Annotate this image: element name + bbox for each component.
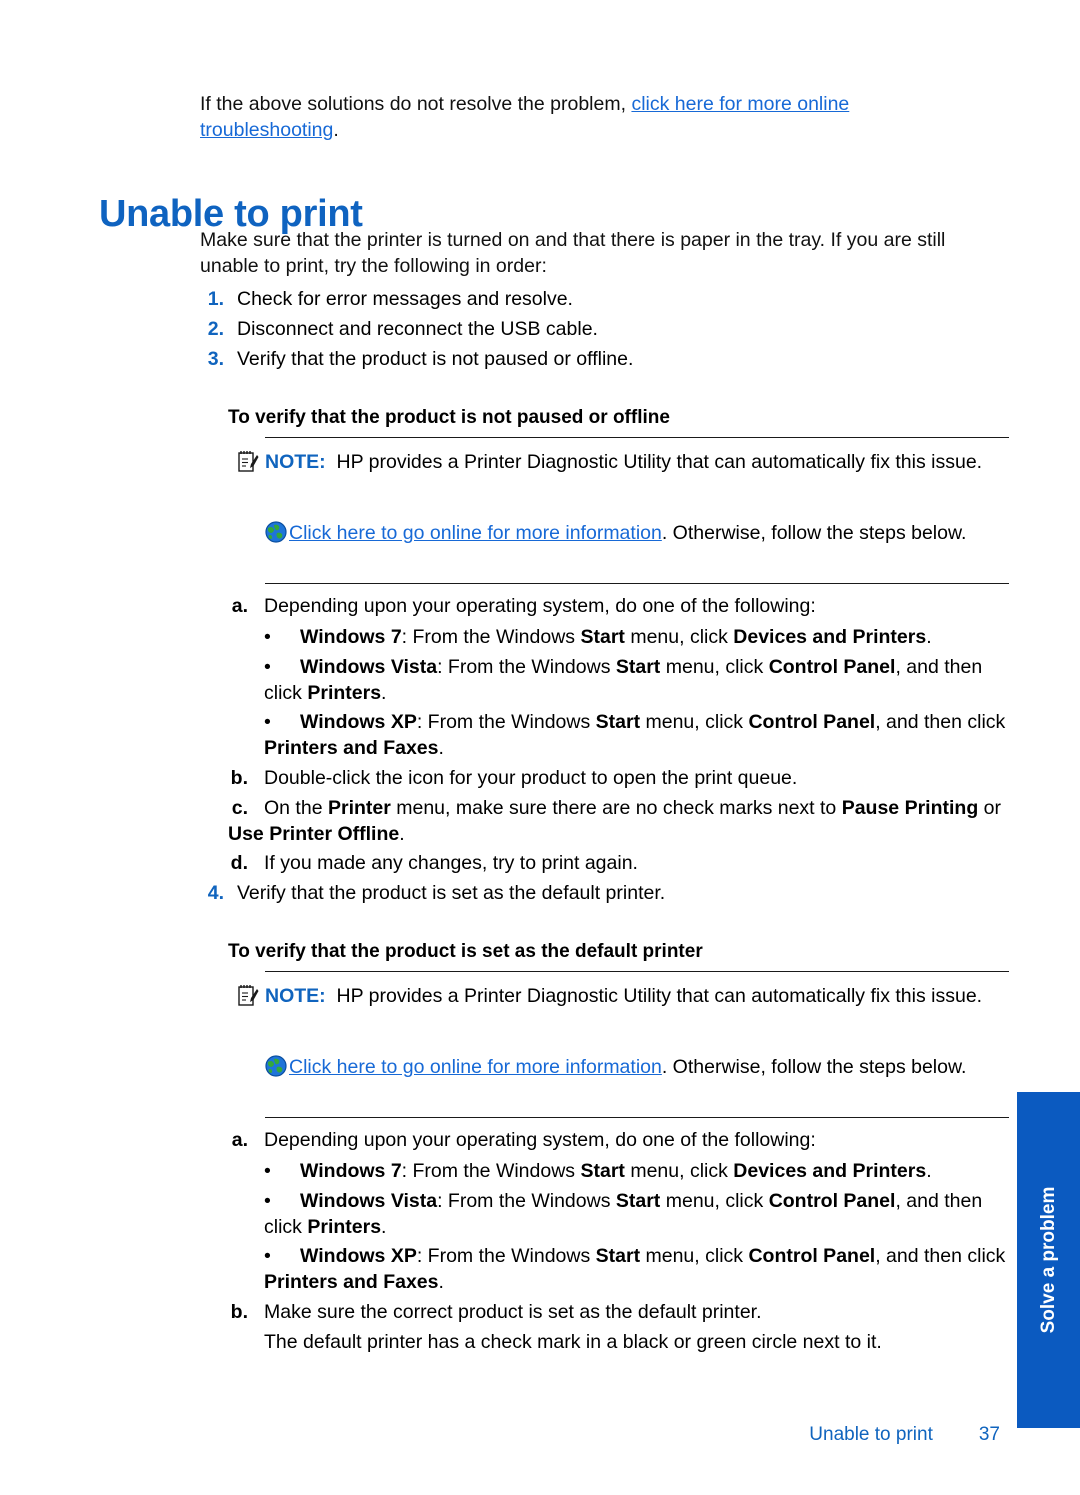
- step-text: Verify that the product is set as the de…: [237, 882, 666, 904]
- section1-note: NOTE: HP provides a Printer Diagnostic U…: [265, 450, 1009, 476]
- go-online-link[interactable]: Click here to go online for more informa…: [289, 522, 662, 544]
- globe-icon: [265, 1055, 287, 1077]
- note-pencil-icon: [237, 984, 259, 1008]
- side-tab-solve-a-problem: Solve a problem: [1017, 1092, 1080, 1428]
- document-page: If the above solutions do not resolve th…: [0, 0, 1080, 1495]
- online-text-after: . Otherwise, follow the steps below.: [661, 1056, 967, 1078]
- note-pencil-icon: [237, 450, 259, 474]
- bullet-text: Windows Vista: From the Windows Start me…: [264, 1190, 983, 1238]
- numbered-step-1: 1. Check for error messages and resolve.: [198, 287, 1008, 313]
- bullet-text: Windows XP: From the Windows Start menu,…: [264, 1245, 1006, 1293]
- note-text: HP provides a Printer Diagnostic Utility…: [336, 451, 983, 473]
- section2-bullet-windowsvista: • Windows Vista: From the Windows Start …: [264, 1189, 1010, 1240]
- section2-online-note: Click here to go online for more informa…: [265, 1055, 1009, 1081]
- section1-note-rule-bottom: [265, 583, 1009, 584]
- bullet-marker: •: [264, 656, 271, 678]
- step-text: Depending upon your operating system, do…: [264, 595, 816, 617]
- section2-step-b: b. Make sure the correct product is set …: [228, 1300, 1008, 1326]
- step-text: Verify that the product is not paused or…: [237, 348, 634, 370]
- step-marker: 4.: [207, 882, 224, 904]
- footer-page-number: 37: [978, 1424, 1000, 1445]
- intro-paragraph: If the above solutions do not resolve th…: [200, 92, 900, 143]
- step-marker: b.: [230, 1301, 248, 1323]
- note-text: HP provides a Printer Diagnostic Utility…: [336, 985, 983, 1007]
- section1-bullet-windowsxp: • Windows XP: From the Windows Start men…: [264, 710, 1010, 761]
- bullet-text: Windows XP: From the Windows Start menu,…: [264, 711, 1006, 759]
- section1-bullet-windowsvista: • Windows Vista: From the Windows Start …: [264, 655, 1010, 706]
- step-text: Make sure the correct product is set as …: [264, 1301, 762, 1323]
- section2-title: To verify that the product is set as the…: [228, 941, 703, 962]
- footer-title: Unable to print: [809, 1424, 933, 1445]
- globe-icon: [265, 521, 287, 543]
- section2-bullet-windowsxp: • Windows XP: From the Windows Start men…: [264, 1244, 1010, 1295]
- section2-note-rule-bottom: [265, 1117, 1009, 1118]
- step-marker: 2.: [207, 318, 224, 340]
- intro-text-before: If the above solutions do not resolve th…: [200, 93, 632, 115]
- go-online-link[interactable]: Click here to go online for more informa…: [289, 1056, 662, 1078]
- numbered-step-3: 3. Verify that the product is not paused…: [198, 347, 1008, 373]
- step-marker: a.: [231, 1129, 248, 1151]
- step-text: If you made any changes, try to print ag…: [264, 852, 638, 874]
- section2-bullet-windows7: • Windows 7: From the Windows Start menu…: [264, 1159, 1010, 1185]
- bullet-text: Windows 7: From the Windows Start menu, …: [300, 1160, 932, 1182]
- section2-note-rule-top: [265, 971, 1009, 972]
- section1-note-rule-top: [265, 437, 1009, 438]
- step-marker: d.: [230, 852, 248, 874]
- bullet-marker: •: [264, 626, 271, 648]
- intro-text-after: .: [333, 118, 339, 141]
- numbered-step-4: 4. Verify that the product is set as the…: [198, 881, 1008, 907]
- bullet-marker: •: [264, 1160, 271, 1182]
- section2-note: NOTE: HP provides a Printer Diagnostic U…: [265, 984, 1009, 1010]
- section2-step-a: a. Depending upon your operating system,…: [228, 1128, 1008, 1154]
- step-text: Depending upon your operating system, do…: [264, 1129, 816, 1151]
- step-marker: 1.: [207, 288, 224, 310]
- bullet-marker: •: [264, 1190, 271, 1212]
- step-text: Check for error messages and resolve.: [237, 288, 573, 310]
- section1-bullet-windows7: • Windows 7: From the Windows Start menu…: [264, 625, 1010, 651]
- step-marker: c.: [231, 797, 248, 819]
- note-label: NOTE:: [265, 985, 326, 1007]
- bullet-text: Windows Vista: From the Windows Start me…: [264, 656, 983, 704]
- numbered-step-2: 2. Disconnect and reconnect the USB cabl…: [198, 317, 1008, 343]
- section1-step-b: b. Double-click the icon for your produc…: [228, 766, 1008, 792]
- step-text: Double-click the icon for your product t…: [264, 767, 798, 789]
- section1-step-c: c. On the Printer menu, make sure there …: [228, 796, 1008, 847]
- side-tab-label: Solve a problem: [1037, 1186, 1059, 1334]
- step-marker: a.: [231, 595, 248, 617]
- section1-title: To verify that the product is not paused…: [228, 407, 670, 428]
- bullet-marker: •: [264, 1245, 271, 1267]
- section1-step-a: a. Depending upon your operating system,…: [228, 594, 1008, 620]
- step-marker: 3.: [207, 348, 224, 370]
- section1-step-d: d. If you made any changes, try to print…: [228, 851, 1008, 877]
- bullet-marker: •: [264, 711, 271, 733]
- lead-paragraph: Make sure that the printer is turned on …: [200, 229, 946, 277]
- note-label: NOTE:: [265, 451, 326, 473]
- step-text: On the Printer menu, make sure there are…: [228, 797, 1001, 845]
- step-text: Disconnect and reconnect the USB cable.: [237, 318, 598, 340]
- section1-online-note: Click here to go online for more informa…: [265, 521, 1009, 547]
- bullet-text: Windows 7: From the Windows Start menu, …: [300, 626, 932, 648]
- step-marker: b.: [230, 767, 248, 789]
- closing-text: The default printer has a check mark in …: [264, 1331, 882, 1353]
- section2-closing: The default printer has a check mark in …: [228, 1330, 1008, 1356]
- online-text-after: . Otherwise, follow the steps below.: [661, 522, 967, 544]
- page-footer: Unable to print 37: [700, 1424, 1000, 1446]
